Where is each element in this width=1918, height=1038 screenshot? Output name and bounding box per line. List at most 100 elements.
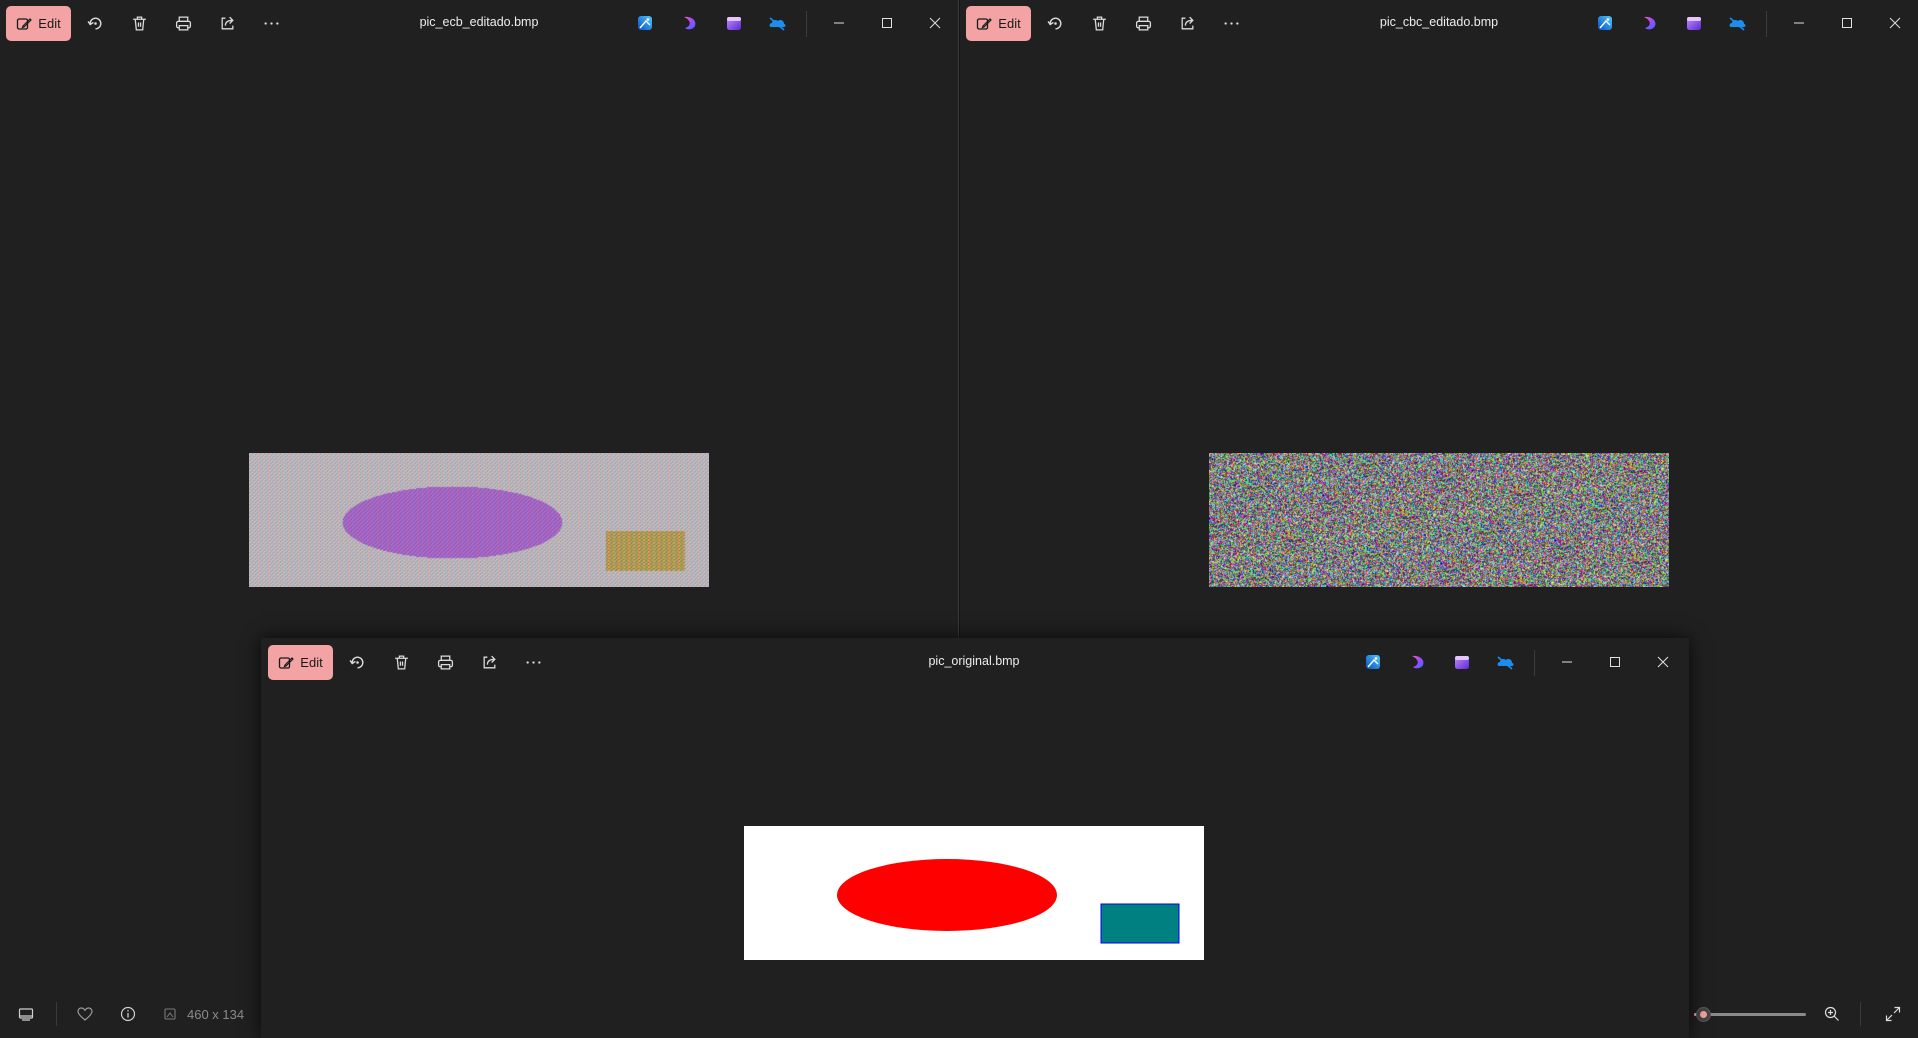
delete-button[interactable] (1085, 10, 1113, 36)
clipchamp-app-icon[interactable] (724, 13, 744, 33)
image-dimensions: 460 x 134 (187, 1007, 245, 1022)
edit-button[interactable]: Edit (268, 645, 333, 680)
share-button[interactable] (1173, 10, 1201, 36)
delete-button[interactable] (125, 10, 153, 36)
rotate-icon (86, 17, 101, 30)
teal-rectangle (1100, 903, 1180, 944)
edit-label: Edit (300, 655, 323, 670)
zoom-in-button[interactable] (1822, 1004, 1842, 1024)
share-icon (1181, 16, 1194, 29)
filmstrip-button[interactable] (16, 1004, 36, 1024)
minimize-button[interactable] (1782, 10, 1816, 36)
zoom-slider[interactable] (1694, 1007, 1806, 1022)
print-icon (175, 15, 191, 31)
dimensions-indicator (160, 1004, 180, 1024)
more-icon (263, 21, 279, 25)
delete-button[interactable] (387, 649, 415, 675)
photos-app-icon[interactable] (1595, 13, 1615, 33)
title-bar: Edit pic_ecb_editado.bmp (0, 0, 958, 46)
print-button[interactable] (1129, 10, 1157, 36)
maximize-button[interactable] (1830, 10, 1864, 36)
share-icon (483, 655, 496, 668)
filmstrip-icon (18, 1008, 34, 1021)
edit-icon (279, 656, 295, 669)
edit-label: Edit (38, 16, 61, 31)
zoom-in-icon (1824, 1006, 1839, 1021)
separator (1860, 1002, 1861, 1026)
fullscreen-icon (1885, 1006, 1901, 1022)
fullscreen-button[interactable] (1883, 1004, 1903, 1024)
window-cbc: Edit pic_cbc_editado.bmp (960, 0, 1918, 640)
title-bar: Edit pic_cbc_editado.bmp (960, 0, 1918, 46)
designer-app-icon[interactable] (1408, 652, 1428, 672)
separator (1534, 650, 1535, 676)
window-ecb: Edit pic_ecb_editado.bmp (0, 0, 958, 640)
window-original: Edit pic_original.bmp (261, 638, 1689, 1038)
share-button[interactable] (213, 10, 241, 36)
close-button[interactable] (1646, 649, 1680, 675)
window-title: pic_cbc_editado.bmp (1379, 15, 1499, 29)
separator (1766, 11, 1767, 37)
minimize-icon (1562, 661, 1572, 663)
photos-app-icon[interactable] (1363, 652, 1383, 672)
maximize-button[interactable] (1598, 649, 1632, 675)
minimize-icon (1794, 22, 1804, 24)
more-button[interactable] (519, 649, 547, 675)
clipchamp-app-icon[interactable] (1684, 13, 1704, 33)
window-title: pic_ecb_editado.bmp (419, 15, 539, 29)
minimize-button[interactable] (822, 10, 856, 36)
edit-button[interactable]: Edit (6, 6, 71, 41)
edit-icon (17, 17, 33, 30)
print-button[interactable] (431, 649, 459, 675)
zoom-slider-thumb[interactable] (1695, 1007, 1711, 1022)
original-image (744, 826, 1204, 960)
delete-icon (1092, 15, 1106, 31)
maximize-icon (882, 18, 892, 28)
minimize-button[interactable] (1550, 649, 1584, 675)
favorite-button[interactable] (75, 1004, 95, 1024)
dimensions-icon (164, 1008, 176, 1020)
share-button[interactable] (475, 649, 503, 675)
info-button[interactable] (118, 1004, 138, 1024)
cbc-encrypted-image (1209, 453, 1669, 587)
designer-app-icon[interactable] (680, 13, 700, 33)
rotate-button[interactable] (343, 649, 371, 675)
info-icon (120, 1006, 136, 1022)
more-icon (1223, 21, 1239, 25)
print-icon (1135, 15, 1151, 31)
close-button[interactable] (1878, 10, 1912, 36)
separator (56, 1002, 57, 1026)
rotate-button[interactable] (1041, 10, 1069, 36)
minimize-icon (834, 22, 844, 24)
designer-app-icon[interactable] (1640, 13, 1660, 33)
rotate-icon (1046, 17, 1061, 30)
more-button[interactable] (257, 10, 285, 36)
close-icon (1889, 17, 1901, 29)
maximize-icon (1610, 657, 1620, 667)
more-button[interactable] (1217, 10, 1245, 36)
share-icon (221, 16, 234, 29)
rotate-icon (348, 656, 363, 669)
close-icon (929, 17, 941, 29)
onedrive-app-icon[interactable] (767, 13, 787, 33)
delete-icon (132, 15, 146, 31)
print-button[interactable] (169, 10, 197, 36)
clipchamp-app-icon[interactable] (1452, 652, 1472, 672)
onedrive-app-icon[interactable] (1727, 13, 1747, 33)
photos-app-icon[interactable] (635, 13, 655, 33)
title-bar: Edit pic_original.bmp (261, 638, 1689, 684)
ecb-encrypted-image (249, 453, 709, 587)
close-button[interactable] (918, 10, 952, 36)
edit-label: Edit (998, 16, 1021, 31)
red-ellipse (837, 859, 1057, 931)
onedrive-app-icon[interactable] (1495, 652, 1515, 672)
maximize-button[interactable] (870, 10, 904, 36)
edit-button[interactable]: Edit (966, 6, 1031, 41)
close-icon (1657, 656, 1669, 668)
maximize-icon (1842, 18, 1852, 28)
favorite-icon (77, 1007, 93, 1021)
edit-icon (977, 17, 993, 30)
window-title: pic_original.bmp (928, 654, 1020, 668)
rotate-button[interactable] (81, 10, 109, 36)
more-icon (525, 660, 541, 664)
